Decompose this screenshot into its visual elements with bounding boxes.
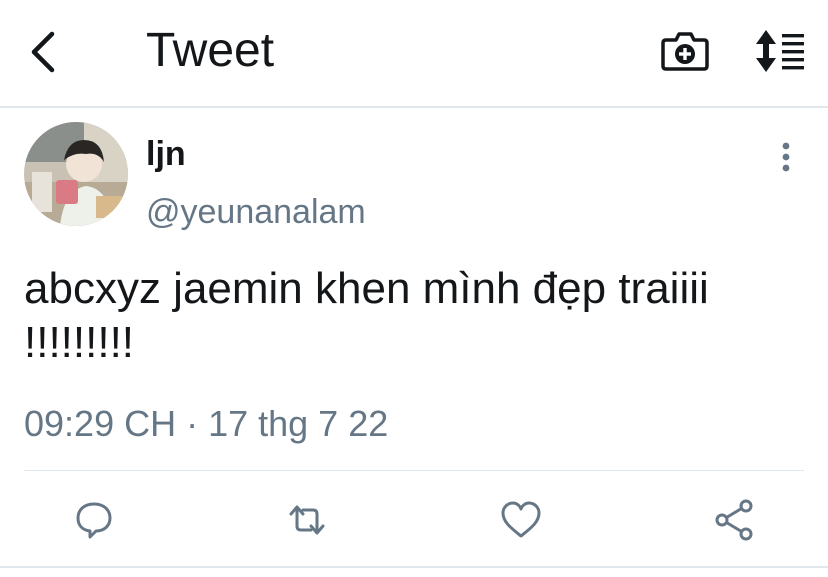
share-icon [715, 499, 753, 541]
camera-plus-icon [661, 32, 709, 71]
camera-button[interactable] [660, 28, 710, 74]
page-title: Tweet [146, 24, 275, 77]
sort-list-icon [756, 30, 804, 72]
more-vertical-icon [782, 142, 790, 172]
like-button[interactable] [497, 496, 545, 544]
retweet-icon [289, 505, 325, 535]
display-name[interactable]: ljn [146, 134, 186, 174]
like-icon [501, 501, 541, 538]
bottom-divider [0, 566, 828, 568]
tweet-timestamp: 09:29 CH · 17 thg 7 22 [24, 403, 389, 444]
user-handle[interactable]: @yeunanalam [146, 192, 366, 232]
back-button[interactable] [24, 26, 68, 78]
reply-button[interactable] [70, 496, 118, 544]
top-nav-bar: Tweet [0, 0, 828, 108]
share-button[interactable] [710, 496, 758, 544]
sort-button[interactable] [752, 28, 808, 74]
retweet-button[interactable] [283, 496, 331, 544]
more-options-button[interactable] [772, 140, 800, 176]
tweet-text: abcxyz jaemin khen mình đẹp traiiii !!!!… [24, 264, 709, 367]
reply-icon [76, 502, 112, 539]
avatar[interactable] [24, 122, 128, 226]
chevron-left-icon [31, 31, 55, 73]
divider [24, 470, 804, 471]
